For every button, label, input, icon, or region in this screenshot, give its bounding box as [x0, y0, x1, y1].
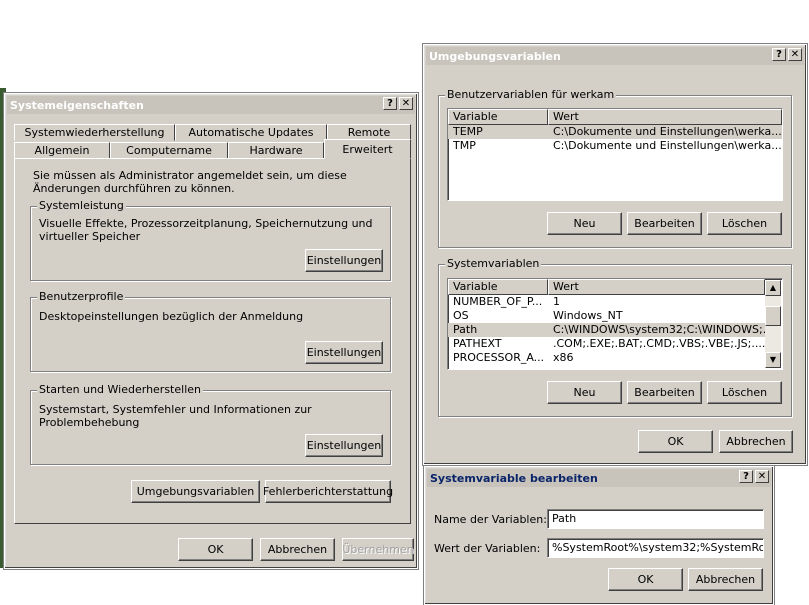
help-icon[interactable]: ?	[739, 470, 753, 483]
window-title: Systemvariable bearbeiten	[430, 471, 598, 485]
tab-automatische-updates[interactable]: Automatische Updates	[175, 124, 327, 141]
environment-variables-window: Umgebungsvariablen ? ✕ Benutzervariablen…	[422, 43, 808, 466]
tab-hardware[interactable]: Hardware	[228, 142, 324, 159]
list-item[interactable]: NUMBER_OF_P... 1	[448, 295, 765, 309]
close-icon[interactable]: ✕	[755, 470, 769, 483]
list-item[interactable]: PROCESSOR_A... x86	[448, 351, 765, 365]
tab-systemwiederherstellung[interactable]: Systemwiederherstellung	[14, 124, 175, 141]
list-item[interactable]: TEMP C:\Dokumente und Einstellungen\werk…	[448, 125, 782, 139]
environment-variables-titlebar[interactable]: Umgebungsvariablen ? ✕	[426, 47, 804, 65]
error-reporting-button[interactable]: Fehlerberichterstattung	[263, 480, 393, 503]
edit-system-variable-window: Systemvariable bearbeiten ? ✕ Name der V…	[423, 465, 775, 605]
system-variables-scrollbar[interactable]: ▲ ▼	[765, 280, 781, 368]
close-icon[interactable]: ✕	[399, 97, 413, 110]
user-variables-list[interactable]: Variable Wert TEMP C:\Dokumente und Eins…	[447, 108, 783, 201]
list-item[interactable]: TMP C:\Dokumente und Einstellungen\werka…	[448, 139, 782, 153]
cancel-button[interactable]: Abbrechen	[260, 538, 335, 561]
startup-recovery-description: Systemstart, Systemfehler und Informatio…	[39, 403, 312, 429]
user-profiles-description: Desktopeinstellungen bezüglich der Anmel…	[39, 310, 304, 323]
variable-value-label: Wert der Variablen:	[434, 542, 541, 555]
system-properties-titlebar[interactable]: Systemeigenschaften ? ✕	[7, 96, 415, 114]
system-variables-group-label: Systemvariablen	[445, 257, 542, 270]
environment-variables-button[interactable]: Umgebungsvariablen	[131, 480, 260, 503]
admin-note: Sie müssen als Administrator angemeldet …	[33, 169, 347, 195]
apply-button[interactable]: Übernehmen	[342, 538, 414, 561]
system-variables-list[interactable]: Variable Wert NUMBER_OF_P... 1 OS Window…	[447, 278, 783, 370]
list-item[interactable]: Path C:\WINDOWS\system32;C:\WINDOWS;...	[448, 323, 765, 337]
edit-system-variable-titlebar[interactable]: Systemvariable bearbeiten ? ✕	[427, 469, 771, 487]
scroll-down-icon[interactable]: ▼	[765, 352, 781, 368]
system-new-button[interactable]: Neu	[547, 381, 622, 404]
ok-button[interactable]: OK	[608, 568, 683, 591]
performance-group-label: Systemleistung	[37, 199, 126, 212]
user-edit-button[interactable]: Bearbeiten	[627, 212, 702, 235]
scroll-thumb[interactable]	[765, 306, 781, 326]
startup-recovery-group-label: Starten und Wiederherstellen	[37, 383, 203, 396]
user-new-button[interactable]: Neu	[547, 212, 622, 235]
window-title: Systemeigenschaften	[10, 98, 144, 112]
scroll-up-icon[interactable]: ▲	[765, 280, 781, 296]
ok-button[interactable]: OK	[638, 430, 713, 453]
variable-name-field[interactable]: Path	[547, 509, 764, 529]
list-item[interactable]: PATHEXT .COM;.EXE;.BAT;.CMD;.VBS;.VBE;.J…	[448, 337, 765, 351]
close-icon[interactable]: ✕	[788, 48, 802, 61]
column-header-value[interactable]: Wert	[548, 109, 782, 125]
column-header-variable[interactable]: Variable	[448, 279, 548, 295]
help-icon[interactable]: ?	[772, 48, 786, 61]
cancel-button[interactable]: Abbrechen	[688, 568, 763, 591]
list-item[interactable]: OS Windows_NT	[448, 309, 765, 323]
variable-name-label: Name der Variablen:	[434, 513, 547, 526]
startup-recovery-settings-button[interactable]: Einstellungen	[305, 434, 383, 457]
column-header-value[interactable]: Wert	[548, 279, 765, 295]
user-variables-group-label: Benutzervariablen für werkam	[445, 88, 617, 101]
system-delete-button[interactable]: Löschen	[707, 381, 782, 404]
user-profiles-group-label: Benutzerprofile	[37, 290, 126, 303]
tab-computername[interactable]: Computername	[110, 142, 228, 159]
performance-description: Visuelle Effekte, Prozessorzeitplanung, …	[39, 217, 373, 243]
user-delete-button[interactable]: Löschen	[707, 212, 782, 235]
tab-allgemein[interactable]: Allgemein	[14, 142, 110, 159]
system-properties-window: Systemeigenschaften ? ✕ Systemwiederhers…	[3, 92, 419, 570]
cancel-button[interactable]: Abbrechen	[719, 430, 793, 453]
window-title: Umgebungsvariablen	[429, 49, 561, 63]
ok-button[interactable]: OK	[178, 538, 253, 561]
variable-value-field[interactable]: %SystemRoot%\system32;%SystemRoot%	[547, 538, 764, 558]
tab-erweitert[interactable]: Erweitert	[324, 139, 411, 159]
column-header-variable[interactable]: Variable	[448, 109, 548, 125]
help-icon[interactable]: ?	[383, 97, 397, 110]
performance-settings-button[interactable]: Einstellungen	[305, 249, 383, 272]
user-profiles-settings-button[interactable]: Einstellungen	[305, 341, 383, 364]
system-edit-button[interactable]: Bearbeiten	[627, 381, 702, 404]
